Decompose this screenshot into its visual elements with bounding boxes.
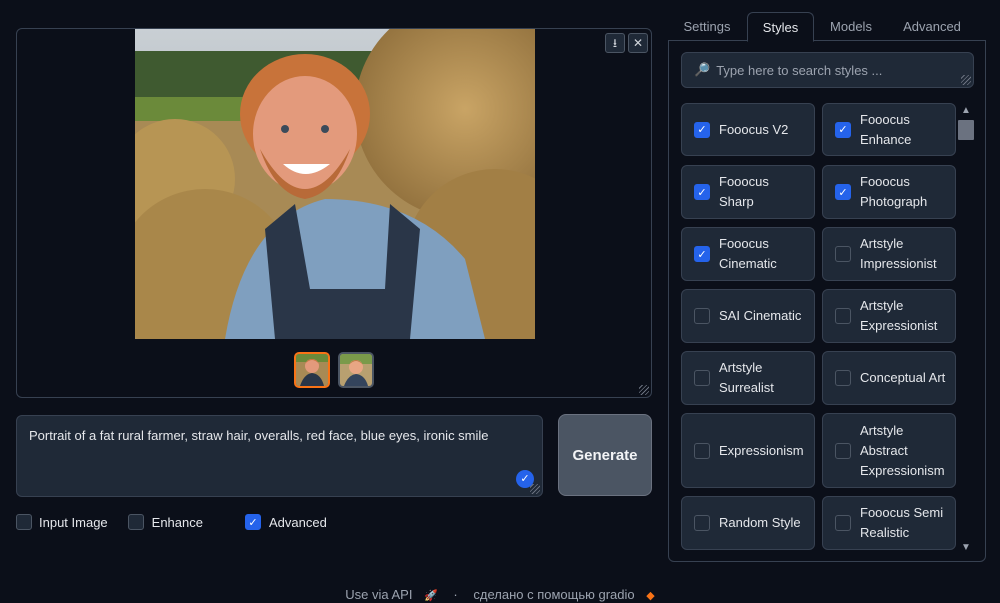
style-item[interactable]: Fooocus Semi Realistic — [822, 496, 956, 550]
chevron-down-icon[interactable]: ▼ — [961, 542, 971, 553]
resize-handle[interactable] — [530, 484, 540, 494]
checkbox[interactable] — [835, 308, 851, 324]
prompt-input[interactable]: Portrait of a fat rural farmer, straw ha… — [16, 415, 543, 497]
checkbox[interactable] — [835, 515, 851, 531]
gradio-link[interactable]: сделано с помощью gradio ◆ — [469, 587, 658, 602]
style-label: Fooocus Enhance — [860, 111, 912, 147]
option-label: Enhance — [151, 514, 203, 530]
scroll-thumb[interactable] — [958, 120, 974, 140]
style-item[interactable]: Artstyle Expressionist — [822, 289, 956, 343]
checkbox[interactable] — [835, 442, 851, 459]
option-advanced[interactable]: ✓ Advanced — [244, 514, 327, 530]
checkbox[interactable]: ✓ — [835, 184, 851, 200]
style-label: Fooocus Cinematic — [719, 236, 777, 271]
thumbnail-2[interactable] — [338, 352, 374, 388]
thumbnail-strip — [294, 352, 374, 388]
checkbox[interactable] — [694, 515, 710, 531]
checkbox[interactable] — [835, 370, 851, 386]
style-label: Conceptual Art — [860, 370, 946, 385]
styles-panel: 🔎 ✓ Fooocus V2 ✓ Fooocus Enhance ✓ Foooc… — [668, 40, 986, 562]
gradio-logo-icon: ◆ — [646, 590, 655, 602]
resize-handle[interactable] — [961, 75, 971, 85]
resize-handle[interactable] — [639, 385, 649, 395]
option-label: Input Image — [39, 514, 108, 530]
style-item[interactable]: ✓ Fooocus Enhance — [822, 103, 956, 156]
checkbox[interactable] — [127, 514, 144, 530]
api-link[interactable]: Use via API 🚀 — [341, 587, 442, 602]
checkbox[interactable] — [16, 514, 32, 530]
style-label: SAI Cinematic — [719, 308, 802, 323]
style-item[interactable]: ✓ Fooocus Photograph — [822, 165, 956, 219]
thumbnail-1[interactable] — [294, 352, 330, 388]
checkbox[interactable] — [694, 370, 710, 386]
checkbox[interactable]: ✓ — [244, 514, 261, 530]
style-label: Expressionism — [719, 442, 804, 458]
checkbox[interactable]: ✓ — [694, 121, 710, 138]
options-row: Input Image Enhance ✓ Advanced — [16, 514, 327, 530]
checkbox[interactable]: ✓ — [835, 121, 851, 138]
style-label: Artstyle Impressionist — [860, 236, 937, 271]
style-label: Artstyle Expressionist — [860, 298, 938, 333]
style-label: Artstyle Surrealist — [719, 360, 774, 395]
style-label: Fooocus V2 — [719, 121, 789, 137]
tab-bar: Settings Styles Models Advanced — [668, 12, 986, 42]
generate-button[interactable]: Generate — [558, 414, 652, 496]
style-item[interactable]: ✓ Fooocus Cinematic — [681, 227, 815, 281]
download-icon: ⭳ — [612, 36, 618, 50]
style-list-scrollbar[interactable]: ▲ ▼ — [957, 105, 975, 553]
style-item[interactable]: Expressionism — [681, 413, 815, 488]
tab-settings[interactable]: Settings — [668, 12, 746, 41]
style-item[interactable]: Artstyle Abstract Expressionism — [822, 413, 956, 488]
tab-models[interactable]: Models — [815, 12, 887, 41]
style-item[interactable]: Conceptual Art — [822, 351, 956, 405]
rocket-icon: 🚀 — [424, 590, 438, 602]
style-search: 🔎 — [681, 52, 974, 88]
chevron-up-icon[interactable]: ▲ — [961, 105, 971, 116]
checkbox[interactable] — [835, 246, 851, 262]
style-label: Fooocus Semi Realistic — [860, 505, 944, 540]
download-button[interactable]: ⭳ — [605, 33, 625, 53]
footer-separator: · — [453, 587, 458, 602]
style-item[interactable]: Artstyle Surrealist — [681, 351, 815, 405]
option-input-image[interactable]: Input Image — [16, 514, 108, 530]
style-label: Fooocus Sharp — [719, 174, 769, 209]
footer: Use via API 🚀 · сделано с помощью gradio… — [0, 587, 1000, 602]
close-icon: ✕ — [632, 36, 644, 50]
close-button[interactable]: ✕ — [628, 33, 648, 53]
style-item[interactable]: ✓ Fooocus V2 — [681, 103, 815, 156]
search-icon: 🔎 — [694, 62, 711, 77]
style-item[interactable]: Artstyle Impressionist — [822, 227, 956, 281]
checkbox[interactable] — [694, 442, 710, 459]
tab-advanced[interactable]: Advanced — [888, 12, 976, 41]
option-label: Advanced — [268, 514, 327, 530]
tab-styles[interactable]: Styles — [747, 12, 814, 42]
checkbox[interactable] — [694, 308, 710, 324]
style-label: Artstyle Abstract Expressionism — [860, 422, 945, 478]
style-item[interactable]: Random Style — [681, 496, 815, 550]
generated-image[interactable] — [135, 29, 535, 339]
checkbox[interactable]: ✓ — [694, 184, 710, 200]
style-label: Fooocus Photograph — [860, 174, 928, 209]
option-enhance[interactable]: Enhance — [127, 514, 203, 530]
prompt-text: Portrait of a fat rural farmer, straw ha… — [29, 428, 489, 443]
style-item[interactable]: ✓ Fooocus Sharp — [681, 165, 815, 219]
style-item[interactable]: SAI Cinematic — [681, 289, 815, 343]
checkbox[interactable]: ✓ — [694, 246, 710, 262]
image-gallery: ⭳ ✕ — [16, 28, 652, 398]
style-search-input[interactable] — [716, 62, 957, 78]
style-label: Random Style — [719, 515, 801, 530]
